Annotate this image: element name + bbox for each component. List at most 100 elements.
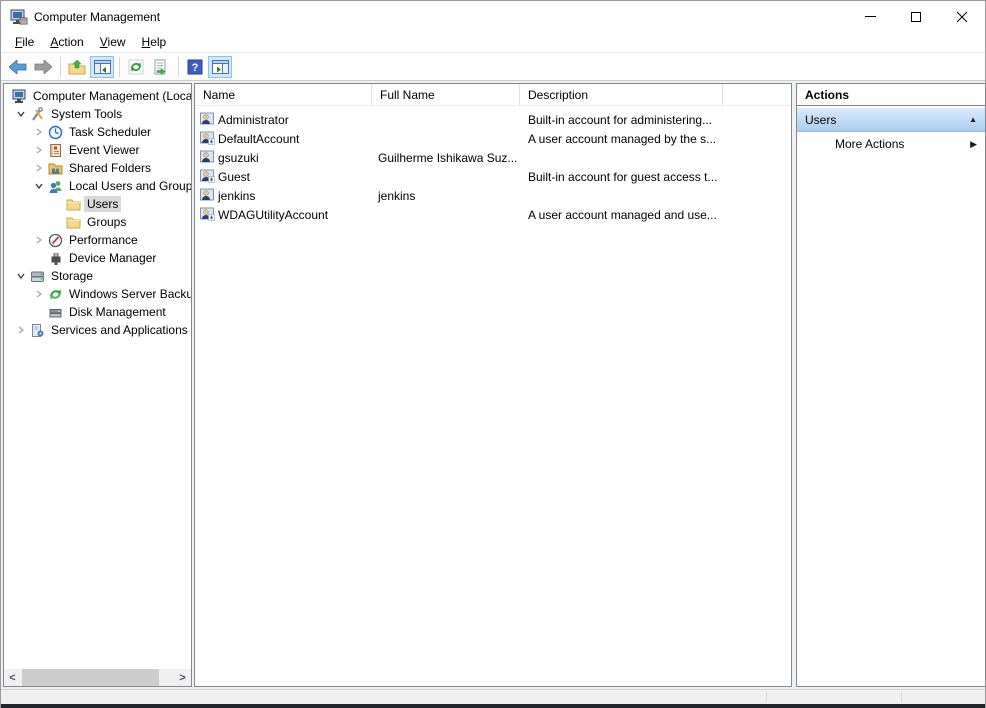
user-name: DefaultAccount (216, 132, 370, 146)
menu-help[interactable]: Help (134, 33, 175, 51)
chevron-right-icon[interactable] (30, 232, 48, 248)
tree-item-performance[interactable]: Performance (4, 231, 191, 249)
menu-file[interactable]: File (7, 33, 42, 51)
chevron-down-icon[interactable] (12, 268, 30, 284)
user-row-gsuzuki[interactable]: gsuzuki Guilherme Ishikawa Suz... (195, 148, 791, 167)
chevron-down-icon[interactable] (30, 178, 48, 194)
up-folder-icon (68, 59, 86, 75)
more-actions-label: More Actions (835, 137, 904, 151)
tree-item-disk-management[interactable]: Disk Management (4, 303, 191, 321)
collapse-arrow-icon[interactable]: ▲ (969, 115, 977, 124)
export-list-button[interactable] (149, 56, 173, 78)
tree-item-services-and-applications[interactable]: Services and Applications (4, 321, 191, 339)
up-folder-button[interactable] (65, 56, 89, 78)
close-button[interactable] (939, 1, 985, 32)
maximize-button[interactable] (893, 1, 939, 32)
close-icon (956, 11, 968, 23)
performance-icon (48, 232, 66, 248)
shared-folders-icon (48, 160, 66, 176)
device-manager-icon (48, 250, 66, 266)
user-row-administrator[interactable]: Administrator Built-in account for admin… (195, 110, 791, 129)
forward-arrow-icon (34, 60, 52, 74)
backup-icon (48, 286, 66, 302)
horizontal-scrollbar[interactable]: < > (4, 669, 191, 686)
maximize-icon (911, 12, 921, 22)
user-disabled-icon (200, 169, 216, 184)
status-bar (1, 689, 985, 704)
user-name: WDAGUtilityAccount (216, 208, 370, 222)
clock-icon (48, 124, 66, 140)
window-title: Computer Management (34, 10, 160, 24)
tree-item-storage[interactable]: Storage (4, 267, 191, 285)
tree-item-system-tools[interactable]: System Tools (4, 105, 191, 123)
tree-item-users[interactable]: Users (4, 195, 191, 213)
tree-item-groups[interactable]: Groups (4, 213, 191, 231)
actions-pane: Actions Users ▲ More Actions ▶ (796, 83, 986, 687)
svg-text:?: ? (192, 62, 199, 74)
actions-title: Actions (797, 84, 985, 106)
help-button[interactable]: ? (183, 56, 207, 78)
forward-button[interactable] (31, 56, 55, 78)
chevron-down-icon[interactable] (12, 106, 30, 122)
tree-item-label: Services and Applications (48, 322, 191, 338)
tree-item-label: Performance (66, 232, 141, 248)
tree-item-local-users-and-groups[interactable]: Local Users and Groups (4, 177, 191, 195)
toolbar-separator (60, 57, 61, 77)
column-header-description[interactable]: Description (520, 84, 723, 105)
more-actions-item[interactable]: More Actions ▶ (797, 132, 985, 156)
back-button[interactable] (6, 56, 30, 78)
tree-item-device-manager[interactable]: Device Manager (4, 249, 191, 267)
list-body: Administrator Built-in account for admin… (195, 106, 791, 224)
tree-item-windows-server-backup[interactable]: Windows Server Backup (4, 285, 191, 303)
menu-bar: File Action View Help (1, 32, 985, 53)
tree-item-label: System Tools (48, 106, 125, 122)
scroll-right-icon[interactable]: > (174, 669, 191, 686)
tree: Computer Management (Local System Tools (4, 84, 191, 339)
tree-item-event-viewer[interactable]: Event Viewer (4, 141, 191, 159)
actions-group-label: Users (805, 113, 836, 127)
column-header-full-name[interactable]: Full Name (372, 84, 520, 105)
action-pane-toggle-button[interactable] (208, 56, 232, 78)
user-row-jenkins[interactable]: jenkins jenkins (195, 186, 791, 205)
tools-icon (30, 106, 48, 122)
user-full-name: Guilherme Ishikawa Suz... (370, 151, 518, 165)
refresh-button[interactable] (124, 56, 148, 78)
help-icon: ? (187, 59, 203, 75)
services-icon (30, 322, 48, 338)
event-viewer-icon (48, 142, 66, 158)
user-icon (200, 112, 216, 127)
minimize-icon (865, 16, 876, 17)
console-tree-toggle-button[interactable] (90, 56, 114, 78)
tree-item-label: Shared Folders (66, 160, 154, 176)
tree-item-shared-folders[interactable]: Shared Folders (4, 159, 191, 177)
user-row-wdagutilityaccount[interactable]: WDAGUtilityAccount A user account manage… (195, 205, 791, 224)
actions-group-users[interactable]: Users ▲ (797, 108, 985, 132)
chevron-right-icon[interactable] (30, 286, 48, 302)
minimize-button[interactable] (847, 1, 893, 32)
user-row-defaultaccount[interactable]: DefaultAccount A user account managed by… (195, 129, 791, 148)
refresh-icon (128, 59, 144, 75)
tree-item-label: Local Users and Groups (66, 178, 192, 194)
computer-icon (12, 88, 30, 104)
tree-item-label: Users (84, 196, 121, 212)
user-disabled-icon (200, 207, 216, 222)
user-row-guest[interactable]: Guest Built-in account for guest access … (195, 167, 791, 186)
tree-item-task-scheduler[interactable]: Task Scheduler (4, 123, 191, 141)
chevron-right-icon[interactable] (12, 322, 30, 338)
menu-view[interactable]: View (92, 33, 134, 51)
column-header-name[interactable]: Name (195, 84, 372, 105)
chevron-right-icon[interactable] (30, 124, 48, 140)
bottom-strip (1, 704, 985, 708)
user-icon (200, 188, 216, 203)
scrollbar-thumb[interactable] (22, 669, 159, 686)
tree-item-computer-management[interactable]: Computer Management (Local (4, 87, 191, 105)
menu-action[interactable]: Action (42, 33, 91, 51)
user-name: jenkins (216, 189, 370, 203)
user-name: Guest (216, 170, 370, 184)
chevron-right-icon[interactable] (30, 160, 48, 176)
users-groups-icon (48, 178, 66, 194)
computer-management-window: Computer Management File Action View Hel… (0, 0, 986, 708)
chevron-right-icon[interactable] (30, 142, 48, 158)
scroll-left-icon[interactable]: < (4, 669, 21, 686)
user-full-name: jenkins (370, 189, 518, 203)
